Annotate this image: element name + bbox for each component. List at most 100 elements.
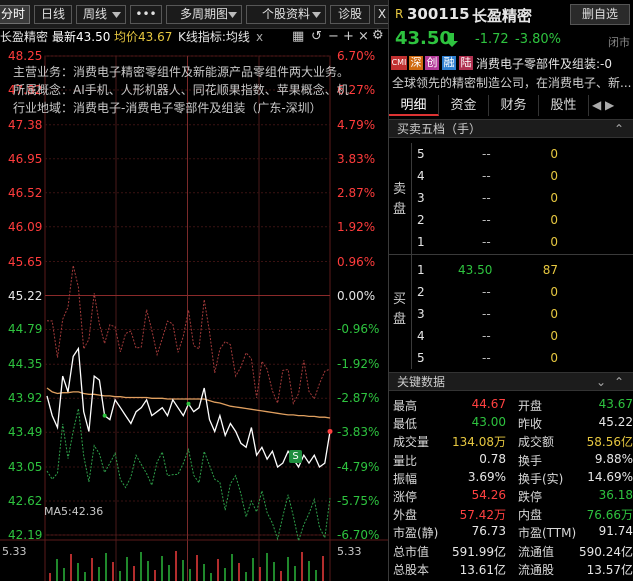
tag-cmi[interactable]: CMI (391, 56, 407, 70)
volume-bar (308, 561, 310, 581)
key-data-value: 36.18 (598, 488, 633, 502)
tag-cmi-text: CMI (391, 58, 407, 67)
volume-axis-right: 5.33 (337, 545, 362, 558)
tag-shenzhen-text: 深 (410, 56, 422, 69)
volume-bar (98, 567, 100, 581)
level-price: -- (482, 169, 491, 183)
collapse-icon[interactable]: ⌃ (614, 120, 624, 138)
price-change-pct: -3.80% (515, 32, 561, 47)
key-data-label: 市盈(TTM) (518, 526, 577, 541)
tag-margin-text: 融 (443, 56, 455, 69)
key-data-label: 流通值 (518, 544, 555, 559)
level-price: 43.50 (458, 263, 493, 277)
tag-shenzhen[interactable]: 深 (409, 56, 423, 70)
tab-finance[interactable]: 财务 (489, 95, 539, 116)
percent-tick-label: 1.92% (337, 219, 376, 234)
key-data-label: 成交额 (518, 435, 555, 450)
key-data-value: 43.00 (471, 415, 506, 430)
key-data-title: 关键数据 (397, 375, 446, 389)
tag-chinext-text: 创 (426, 56, 438, 69)
key-data-value: 43.67 (598, 397, 633, 411)
percent-tick-label: -6.70% (337, 528, 380, 542)
tab-intraday[interactable]: 分时 (0, 5, 30, 24)
level-number: 2 (417, 213, 425, 227)
tab-detail[interactable]: 明细 (389, 95, 439, 116)
buy-side-label: 买盘 (393, 292, 407, 327)
volume-bar (245, 572, 247, 581)
key-data-value: 13.57亿 (586, 562, 633, 577)
level-volume: 0 (550, 307, 558, 321)
key-data-value: 590.24亿 (579, 544, 633, 559)
key-data-label: 换手(实) (518, 471, 564, 486)
grid-icon[interactable]: ▦ (292, 29, 304, 44)
tab-funds[interactable]: 资金 (439, 95, 489, 116)
key-data-label: 量比 (393, 453, 418, 468)
level-price: -- (482, 351, 491, 365)
volume-bar (49, 573, 51, 581)
key-data-label: 总股本 (393, 562, 430, 577)
event-dot (186, 401, 191, 406)
volume-bar (224, 568, 226, 581)
undo-icon[interactable]: ↺ (311, 29, 322, 44)
volume-bar (238, 563, 240, 581)
gear-icon[interactable]: ⚙ (372, 28, 384, 43)
chart-series (46, 265, 333, 581)
tab-character[interactable]: 股性 (539, 95, 589, 116)
price-tick-label: 48.25 (8, 49, 43, 63)
event-dot (102, 413, 107, 418)
orderbook-title: 买卖五档（手） (397, 122, 482, 136)
remove-watchlist-button[interactable]: 删自选 (570, 4, 630, 25)
ma5-label: MA5:42.36 (44, 505, 104, 518)
indicator-label[interactable]: K线指标:均线 (178, 29, 250, 46)
volume-bar (287, 557, 289, 581)
level-number: 5 (417, 147, 425, 161)
add-icon[interactable]: + (343, 29, 354, 44)
price-tick-label: 47.38 (8, 117, 43, 132)
more-periods-button[interactable]: ••• (130, 5, 162, 24)
intraday-chart[interactable] (0, 46, 388, 581)
sector-tag-line[interactable]: 消费电子零部件及组装:-0 (476, 55, 612, 72)
level-price: -- (482, 285, 491, 299)
volume-bar (196, 555, 198, 581)
key-data-label: 涨停 (393, 490, 418, 504)
chevron-down-icon (112, 12, 121, 18)
level-number: 5 (417, 351, 425, 365)
close-icon[interactable]: × (358, 29, 369, 44)
orderbook-side-divider (411, 143, 412, 369)
price-tick-label: 46.95 (8, 151, 43, 166)
volume-bar (175, 551, 177, 581)
collapse-icon[interactable]: ⌃ (614, 373, 624, 391)
indicator-close-button[interactable]: x (256, 29, 263, 46)
volume-bar (266, 553, 268, 581)
tag-margin[interactable]: 融 (442, 56, 456, 70)
chevron-down-icon (228, 12, 237, 18)
tab-daily[interactable]: 日线 (34, 5, 72, 24)
tabs-scroll-arrows[interactable]: ◀ ▶ (592, 98, 614, 112)
volume-bar (301, 552, 303, 581)
stock-short-name: 长盈精密 (0, 30, 49, 44)
tag-chinext[interactable]: 创 (425, 56, 439, 70)
percent-tick-label: -1.92% (337, 357, 380, 372)
diagnose-button[interactable]: 诊股 (330, 5, 370, 24)
expand-icon[interactable]: ⌄ (596, 373, 606, 391)
price-tick-label: 44.35 (8, 357, 43, 372)
level-volume: 0 (550, 169, 558, 183)
key-data-value: 44.67 (471, 397, 506, 411)
latest-price-label: 最新43.50 (52, 30, 111, 44)
volume-bar (77, 563, 79, 581)
key-data-label: 最低 (393, 417, 418, 432)
volume-bar (182, 560, 184, 581)
tag-connect[interactable]: 陆 (459, 56, 473, 70)
minus-icon[interactable]: − (328, 29, 339, 44)
tab-weekly-label: 周线 (82, 7, 107, 21)
key-data-label: 成交量 (393, 435, 430, 450)
orderbook-divider (389, 254, 633, 255)
percent-tick-label: 0.96% (337, 254, 376, 269)
trade-marker-s[interactable]: S (289, 450, 302, 463)
main-business-text: 主营业务：消费电子精密零组件及新能源产品零组件两大业务。 (13, 65, 350, 79)
concepts-text: 所属概念：AI手机、人形机器人、同花顺果指数、苹果概念、机 (13, 83, 349, 97)
volume-bar (140, 552, 142, 581)
upper-band-line (46, 265, 331, 405)
volume-bar (112, 562, 114, 581)
volume-bar (259, 567, 261, 581)
